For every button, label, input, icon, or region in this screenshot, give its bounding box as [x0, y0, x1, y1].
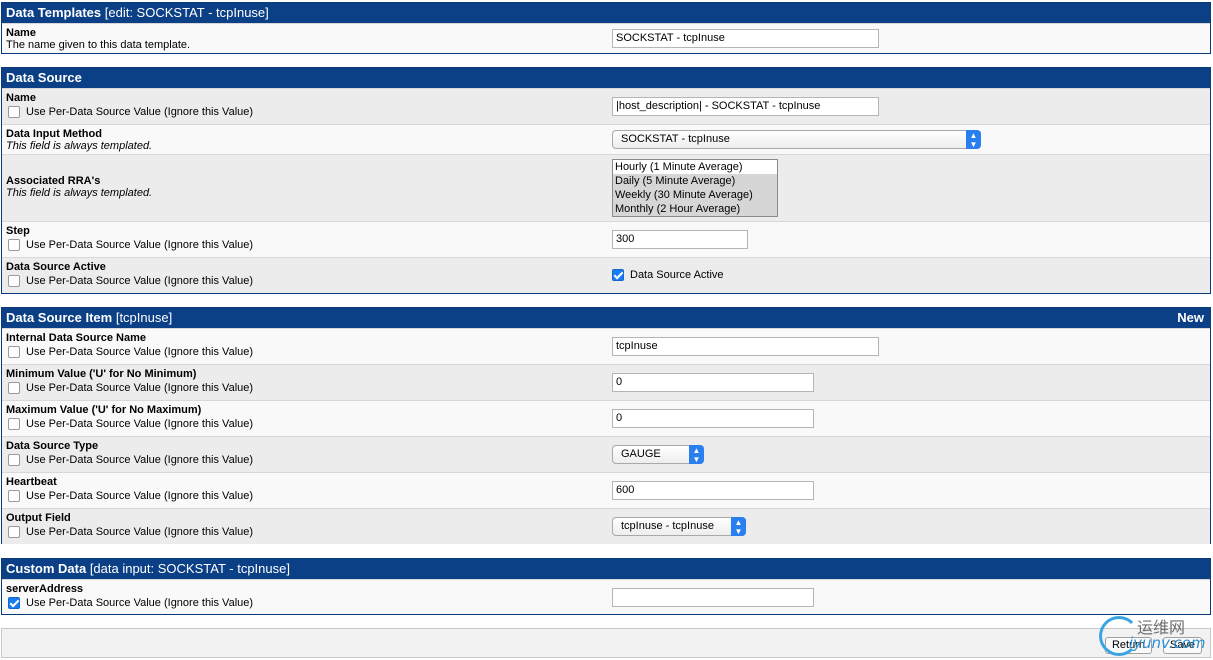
ds-active-row: Data Source Active Use Per-Data Source V…: [2, 257, 1210, 293]
server-address-per-ds-label: Use Per-Data Source Value (Ignore this V…: [26, 597, 254, 609]
rra-option-daily[interactable]: Daily (5 Minute Average): [613, 174, 777, 188]
output-field-label: Output Field: [6, 512, 71, 524]
min-value-per-ds-checkbox[interactable]: [8, 382, 20, 394]
form-footer: Return Save: [1, 628, 1211, 658]
ds-name-label: Name: [6, 92, 36, 104]
step-per-ds-checkbox[interactable]: [8, 239, 20, 251]
internal-name-per-ds-checkbox[interactable]: [8, 346, 20, 358]
max-value-per-ds-label: Use Per-Data Source Value (Ignore this V…: [26, 418, 254, 430]
server-address-per-ds-checkbox[interactable]: [8, 597, 20, 609]
data-source-header: Data Source: [2, 68, 1210, 88]
ds-type-value: GAUGE: [621, 448, 661, 460]
rra-option-hourly[interactable]: Hourly (1 Minute Average): [613, 160, 777, 174]
min-value-label: Minimum Value ('U' for No Minimum): [6, 368, 197, 380]
server-address-row: serverAddress Use Per-Data Source Value …: [2, 579, 1210, 614]
rra-option-monthly[interactable]: Monthly (2 Hour Average): [613, 202, 777, 216]
rra-option-weekly[interactable]: Weekly (30 Minute Average): [613, 188, 777, 202]
ds-active-checkbox[interactable]: [612, 269, 624, 281]
max-value-input[interactable]: 0: [612, 409, 814, 428]
ds-name-input[interactable]: |host_description| - SOCKSTAT - tcpInuse: [612, 97, 879, 116]
output-field-value: tcpInuse - tcpInuse: [621, 520, 714, 532]
step-per-ds-label: Use Per-Data Source Value (Ignore this V…: [26, 239, 254, 251]
custom-data-panel: Custom Data [data input: SOCKSTAT - tcpI…: [1, 558, 1211, 615]
select-arrows-icon: ▲ ▼: [966, 130, 981, 149]
custom-data-title: Custom Data: [6, 561, 87, 576]
output-field-select[interactable]: tcpInuse - tcpInuse ▲ ▼: [612, 517, 746, 536]
min-value-input[interactable]: 0: [612, 373, 814, 392]
new-item-link[interactable]: New: [1177, 308, 1204, 328]
internal-name-per-ds-label: Use Per-Data Source Value (Ignore this V…: [26, 346, 254, 358]
min-value-row: Minimum Value ('U' for No Minimum) Use P…: [2, 364, 1210, 400]
internal-name-row: Internal Data Source Name Use Per-Data S…: [2, 328, 1210, 364]
output-field-per-ds-label: Use Per-Data Source Value (Ignore this V…: [26, 526, 254, 538]
server-address-input[interactable]: [612, 588, 814, 607]
step-input[interactable]: 300: [612, 230, 748, 249]
internal-name-label: Internal Data Source Name: [6, 332, 146, 344]
output-field-per-ds-checkbox[interactable]: [8, 526, 20, 538]
step-row: Step Use Per-Data Source Value (Ignore t…: [2, 221, 1210, 257]
heartbeat-per-ds-label: Use Per-Data Source Value (Ignore this V…: [26, 490, 254, 502]
ds-active-per-ds-label: Use Per-Data Source Value (Ignore this V…: [26, 275, 254, 287]
rra-label: Associated RRA's: [6, 175, 101, 187]
server-address-label: serverAddress: [6, 583, 84, 595]
data-source-item-subtitle: [tcpInuse]: [115, 310, 173, 325]
template-name-desc: The name given to this data template.: [6, 39, 191, 51]
ds-type-per-ds-checkbox[interactable]: [8, 454, 20, 466]
data-source-item-title: Data Source Item: [6, 310, 113, 325]
watermark-en-text: iyunv.com: [1129, 634, 1206, 652]
heartbeat-per-ds-checkbox[interactable]: [8, 490, 20, 502]
output-field-row: Output Field Use Per-Data Source Value (…: [2, 508, 1210, 544]
internal-name-input[interactable]: tcpInuse: [612, 337, 879, 356]
min-value-per-ds-label: Use Per-Data Source Value (Ignore this V…: [26, 382, 254, 394]
max-value-label: Maximum Value ('U' for No Maximum): [6, 404, 202, 416]
rra-templated-note: This field is always templated.: [6, 187, 153, 199]
select-arrows-icon: ▲ ▼: [731, 517, 746, 536]
max-value-row: Maximum Value ('U' for No Maximum) Use P…: [2, 400, 1210, 436]
data-source-title: Data Source: [6, 70, 82, 85]
input-method-templated-note: This field is always templated.: [6, 140, 153, 152]
ds-active-label: Data Source Active: [6, 261, 106, 273]
heartbeat-label: Heartbeat: [6, 476, 57, 488]
ds-name-row: Name Use Per-Data Source Value (Ignore t…: [2, 88, 1210, 124]
input-method-row: Data Input Method This field is always t…: [2, 124, 1210, 154]
data-templates-title: Data Templates: [6, 5, 102, 20]
rra-listbox[interactable]: Hourly (1 Minute Average) Daily (5 Minut…: [612, 159, 778, 217]
template-name-label: Name: [6, 27, 36, 39]
template-name-input[interactable]: SOCKSTAT - tcpInuse: [612, 29, 879, 48]
data-source-panel: Data Source Name Use Per-Data Source Val…: [1, 67, 1211, 294]
select-arrows-icon: ▲ ▼: [689, 445, 704, 464]
heartbeat-input[interactable]: 600: [612, 481, 814, 500]
ds-type-row: Data Source Type Use Per-Data Source Val…: [2, 436, 1210, 472]
custom-data-header: Custom Data [data input: SOCKSTAT - tcpI…: [2, 559, 1210, 579]
watermark: 运维网 iyunv.com: [1099, 612, 1209, 658]
ds-type-label: Data Source Type: [6, 440, 99, 452]
data-source-item-panel: Data Source Item [tcpInuse] New Internal…: [1, 307, 1211, 544]
ds-active-per-ds-checkbox[interactable]: [8, 275, 20, 287]
input-method-select[interactable]: SOCKSTAT - tcpInuse ▲ ▼: [612, 130, 981, 149]
ds-active-checkbox-label: Data Source Active: [630, 269, 724, 281]
ds-name-per-ds-checkbox[interactable]: [8, 106, 20, 118]
data-templates-header: Data Templates [edit: SOCKSTAT - tcpInus…: [2, 3, 1210, 23]
rra-row: Associated RRA's This field is always te…: [2, 154, 1210, 221]
heartbeat-row: Heartbeat Use Per-Data Source Value (Ign…: [2, 472, 1210, 508]
template-name-row: Name The name given to this data templat…: [2, 23, 1210, 53]
ds-type-select[interactable]: GAUGE ▲ ▼: [612, 445, 704, 464]
step-label: Step: [6, 225, 30, 237]
data-templates-subtitle: [edit: SOCKSTAT - tcpInuse]: [104, 5, 269, 20]
data-templates-panel: Data Templates [edit: SOCKSTAT - tcpInus…: [1, 2, 1211, 54]
max-value-per-ds-checkbox[interactable]: [8, 418, 20, 430]
input-method-value: SOCKSTAT - tcpInuse: [621, 133, 730, 145]
data-source-item-header: Data Source Item [tcpInuse] New: [2, 308, 1210, 328]
input-method-label: Data Input Method: [6, 128, 102, 140]
ds-type-per-ds-label: Use Per-Data Source Value (Ignore this V…: [26, 454, 254, 466]
custom-data-subtitle: [data input: SOCKSTAT - tcpInuse]: [89, 561, 290, 576]
ds-name-per-ds-label: Use Per-Data Source Value (Ignore this V…: [26, 106, 254, 118]
